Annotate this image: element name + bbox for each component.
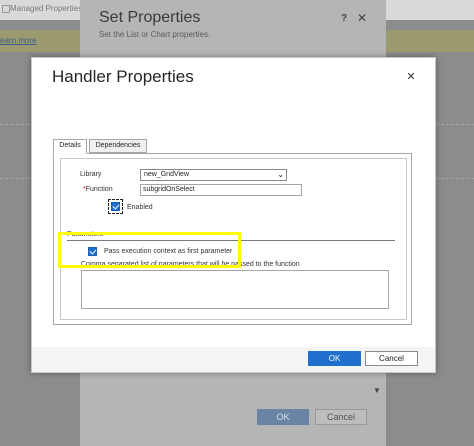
library-select[interactable]: new_GridView ⌄ bbox=[140, 169, 287, 181]
background-learn-more-link: earn more bbox=[0, 36, 37, 45]
enabled-checkbox[interactable] bbox=[111, 202, 120, 211]
tab-details[interactable]: Details bbox=[53, 139, 87, 154]
tab-dependencies[interactable]: Dependencies bbox=[89, 139, 147, 153]
dialog-footer: OK Cancel bbox=[32, 347, 435, 372]
library-label: Library bbox=[80, 171, 102, 178]
highlight-annotation-box bbox=[58, 232, 241, 268]
set-properties-cancel-button[interactable]: Cancel bbox=[315, 409, 367, 425]
enabled-label: Enabled bbox=[127, 204, 153, 211]
help-icon[interactable]: ? bbox=[341, 13, 347, 24]
set-properties-close-icon[interactable]: ✕ bbox=[357, 11, 367, 25]
background-tab-title: Managed Properties bbox=[10, 4, 83, 13]
scroll-down-arrow-icon[interactable]: ▼ bbox=[373, 386, 381, 395]
parameters-textarea[interactable] bbox=[81, 270, 389, 309]
set-properties-title: Set Properties bbox=[99, 9, 201, 26]
background-checkbox bbox=[2, 5, 10, 13]
set-properties-scrollbar[interactable] bbox=[360, 368, 374, 408]
set-properties-ok-button[interactable]: OK bbox=[257, 409, 309, 425]
library-select-value: new_GridView bbox=[144, 171, 190, 178]
set-properties-subtitle: Set the List or Chart properties. bbox=[99, 30, 211, 39]
cancel-button[interactable]: Cancel bbox=[365, 351, 418, 366]
dialog-title: Handler Properties bbox=[52, 67, 194, 86]
function-input[interactable]: subgridOnSelect bbox=[140, 184, 302, 196]
ok-button[interactable]: OK bbox=[308, 351, 361, 366]
function-label-text: Function bbox=[85, 186, 113, 193]
handler-properties-dialog: Handler Properties ✕ Details Dependencie… bbox=[31, 57, 436, 373]
close-icon[interactable]: ✕ bbox=[405, 71, 417, 83]
function-label: *Function bbox=[83, 186, 113, 193]
chevron-down-icon: ⌄ bbox=[277, 170, 284, 179]
